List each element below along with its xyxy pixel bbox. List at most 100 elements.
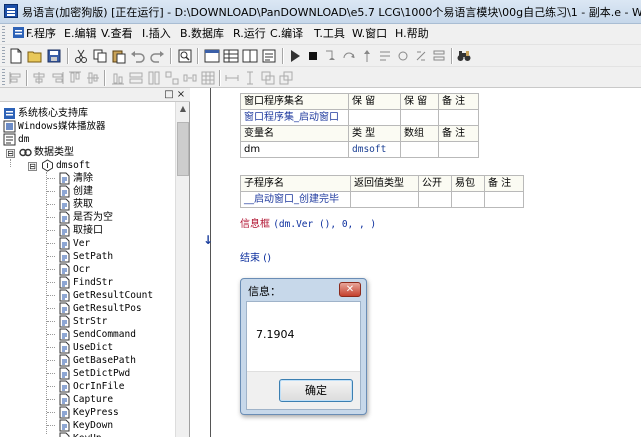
paste-icon[interactable] bbox=[111, 48, 127, 64]
find-icon[interactable] bbox=[177, 48, 193, 64]
window-title: 易语言(加密狗版) [正在运行] - D:\DOWNLOAD\PanDOWNLO… bbox=[22, 6, 641, 19]
method-icon bbox=[58, 263, 71, 276]
gutter-line bbox=[210, 88, 211, 437]
toolbar-separator bbox=[282, 48, 284, 64]
same-size-icon[interactable] bbox=[164, 70, 180, 86]
split-view-icon[interactable] bbox=[242, 48, 258, 64]
expander-dmsoft[interactable]: ⊟ bbox=[28, 162, 37, 171]
app-icon bbox=[4, 4, 18, 18]
table-view-icon[interactable] bbox=[223, 48, 239, 64]
menu-program[interactable]: F.程序 bbox=[10, 26, 58, 42]
method-icon bbox=[58, 237, 71, 250]
bring-front-icon[interactable] bbox=[260, 70, 276, 86]
tree-scrollbar[interactable]: ▲ bbox=[175, 102, 189, 437]
table-header: 类 型 bbox=[348, 125, 401, 142]
panel-pin-button[interactable]: □ bbox=[164, 90, 174, 100]
table-cell[interactable] bbox=[438, 109, 479, 126]
method-icon bbox=[58, 185, 71, 198]
method-icon bbox=[58, 380, 71, 393]
table-cell[interactable] bbox=[451, 191, 485, 208]
call-stack-icon[interactable] bbox=[431, 48, 447, 64]
stop-icon[interactable] bbox=[305, 48, 321, 64]
toolbar-separator bbox=[219, 70, 221, 86]
align-top-icon[interactable] bbox=[67, 70, 83, 86]
menu-tools[interactable]: T.工具 bbox=[312, 26, 347, 42]
window-form-icon[interactable] bbox=[204, 48, 220, 64]
menu-run[interactable]: R.运行 bbox=[231, 26, 268, 42]
table-cell[interactable] bbox=[400, 109, 439, 126]
align-left-icon[interactable] bbox=[8, 70, 24, 86]
send-back-icon[interactable] bbox=[278, 70, 294, 86]
menu-edit[interactable]: E.编辑 bbox=[62, 26, 98, 42]
toolbar-separator bbox=[170, 48, 172, 64]
scroll-thumb[interactable] bbox=[177, 122, 189, 176]
center-horizontal-icon[interactable] bbox=[224, 70, 240, 86]
menu-compile[interactable]: C.编译 bbox=[268, 26, 305, 42]
run-icon[interactable] bbox=[287, 48, 303, 64]
menu-bar: F.程序 E.编辑 V.查看 I.插入 B.数据库 R.运行 C.编译 T.工具… bbox=[0, 24, 641, 44]
subroutine-name-cell[interactable]: __启动窗口_创建完毕 bbox=[240, 191, 351, 208]
assembly-name-cell[interactable]: 窗口程序集_启动窗口 bbox=[240, 109, 349, 126]
align-right-icon[interactable] bbox=[49, 70, 65, 86]
menu-insert[interactable]: I.插入 bbox=[140, 26, 173, 42]
open-folder-icon[interactable] bbox=[27, 48, 43, 64]
dialog-close-button[interactable]: ✕ bbox=[339, 282, 361, 297]
save-icon[interactable] bbox=[46, 48, 62, 64]
table-cell[interactable] bbox=[484, 191, 524, 208]
undo-icon[interactable] bbox=[130, 48, 146, 64]
align-bottom-icon[interactable] bbox=[110, 70, 126, 86]
library-tree: 系统核心支持库 Windows媒体播放器 dm ⊟ 数据类型 ⊟ dmsoft … bbox=[0, 107, 175, 437]
align-center-icon[interactable] bbox=[31, 70, 47, 86]
table-cell[interactable] bbox=[348, 109, 401, 126]
panel-header: □ × bbox=[0, 88, 190, 102]
message-dialog: 信息： ✕ 7.1904 确定 bbox=[240, 278, 367, 415]
watch-icon[interactable] bbox=[413, 48, 429, 64]
toolbar-separator bbox=[26, 70, 28, 86]
ok-button[interactable]: 确定 bbox=[279, 379, 353, 402]
center-vertical-icon[interactable] bbox=[242, 70, 258, 86]
step-over-icon[interactable] bbox=[341, 48, 357, 64]
space-horizontal-icon[interactable] bbox=[182, 70, 198, 86]
menu-view[interactable]: V.查看 bbox=[99, 26, 135, 42]
cut-icon[interactable] bbox=[73, 48, 89, 64]
grid-icon[interactable] bbox=[200, 70, 216, 86]
tree-connector bbox=[47, 308, 55, 309]
table-cell[interactable] bbox=[400, 141, 439, 158]
expander-data-types[interactable]: ⊟ bbox=[6, 149, 15, 158]
tree-connector bbox=[47, 321, 55, 322]
menu-help[interactable]: H.帮助 bbox=[393, 26, 431, 42]
redo-icon[interactable] bbox=[149, 48, 165, 64]
method-icon bbox=[58, 276, 71, 289]
table-header: 备 注 bbox=[438, 93, 479, 110]
table-cell[interactable] bbox=[350, 191, 419, 208]
method-icon bbox=[58, 250, 71, 263]
properties-icon[interactable] bbox=[261, 48, 277, 64]
menu-grip bbox=[2, 26, 5, 42]
tree-connector bbox=[47, 217, 55, 218]
same-height-icon[interactable] bbox=[146, 70, 162, 86]
variable-name-cell[interactable]: dm bbox=[240, 141, 349, 158]
method-icon bbox=[58, 211, 71, 224]
code-line-msgbox[interactable]: 信息框 (dm.Ver (), 0, , ) bbox=[240, 215, 376, 230]
run-to-cursor-icon[interactable] bbox=[377, 48, 393, 64]
code-line-end[interactable]: 结束 () bbox=[240, 249, 271, 264]
tree-connector bbox=[47, 360, 55, 361]
breakpoint-icon[interactable] bbox=[395, 48, 411, 64]
menu-window[interactable]: W.窗口 bbox=[350, 26, 389, 42]
same-width-icon[interactable] bbox=[128, 70, 144, 86]
step-into-icon[interactable] bbox=[323, 48, 339, 64]
variable-type-cell[interactable]: dmsoft bbox=[348, 141, 401, 158]
panel-close-button[interactable]: × bbox=[176, 90, 186, 100]
binoculars-icon[interactable] bbox=[456, 48, 472, 64]
align-middle-icon[interactable] bbox=[85, 70, 101, 86]
library-icon bbox=[3, 107, 16, 120]
menu-database[interactable]: B.数据库 bbox=[178, 26, 226, 42]
class-icon bbox=[41, 159, 54, 172]
title-bar[interactable]: 易语言(加密狗版) [正在运行] - D:\DOWNLOAD\PanDOWNLO… bbox=[0, 0, 641, 24]
table-cell[interactable] bbox=[438, 141, 479, 158]
scroll-up-icon[interactable]: ▲ bbox=[176, 102, 190, 116]
new-file-icon[interactable] bbox=[8, 48, 24, 64]
copy-icon[interactable] bbox=[92, 48, 108, 64]
table-cell[interactable] bbox=[418, 191, 452, 208]
step-out-icon[interactable] bbox=[359, 48, 375, 64]
